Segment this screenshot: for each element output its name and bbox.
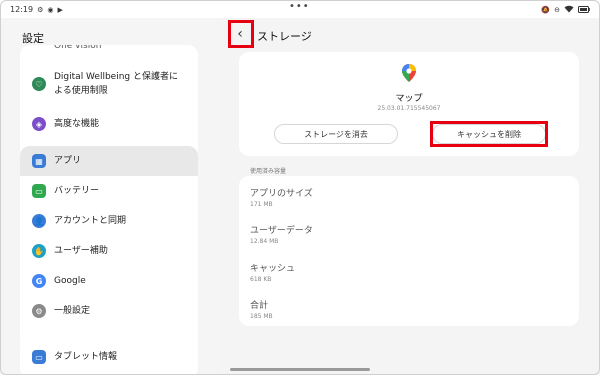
clear-storage-button[interactable]: ストレージを消去 <box>274 124 398 144</box>
google-icon: G <box>32 274 46 288</box>
usage-row-title-cache: キャッシュ <box>250 264 296 274</box>
status-bar: 12:19 ⚙ ◉ ▶ ••• 🔕 ⊖ <box>0 0 600 20</box>
settings-sidebar: 設定 One vision ♡ Digital Wellbeing と保護者に … <box>0 18 218 375</box>
status-bar-right: 🔕 ⊖ <box>541 5 590 15</box>
sidebar-item-label: ユーザー補助 <box>54 246 108 256</box>
multitask-dots[interactable]: ••• <box>289 1 310 12</box>
status-time: 12:19 <box>10 5 34 14</box>
sidebar-item-tablet-info[interactable]: ▭ タブレット情報 <box>20 342 198 372</box>
section-label-used-space: 使用済み容量 <box>250 168 287 175</box>
battery-icon <box>578 5 590 15</box>
tablet-info-icon: ▭ <box>32 350 46 364</box>
usage-row-title-user-data: ユーザーデータ <box>250 226 313 236</box>
sidebar-item-accessibility[interactable]: ✋ ユーザー補助 <box>20 236 198 266</box>
account-icon: 👤 <box>32 214 46 228</box>
battery-icon: ▭ <box>32 184 46 198</box>
location-icon: ◉ <box>47 5 54 14</box>
wifi-icon <box>564 5 574 15</box>
sidebar-item-advanced-features[interactable]: ◈ 高度な機能 <box>20 112 198 136</box>
sidebar-item-label: One vision <box>54 45 102 51</box>
app-name: マップ <box>395 94 423 104</box>
sidebar-item-accounts[interactable]: 👤 アカウントと同期 <box>20 206 198 236</box>
sidebar-item-label: アプリ <box>54 156 82 166</box>
back-chevron-icon: ‹ <box>237 26 243 42</box>
sidebar-item-apps[interactable]: ▦ アプリ <box>20 146 198 176</box>
sidebar-title: 設定 <box>22 32 44 45</box>
mute-icon: 🔕 <box>541 6 551 14</box>
usage-row-value-cache: 618 KB <box>250 276 272 283</box>
app-version: 25.03.01.715545067 <box>377 105 441 112</box>
accessibility-icon: ✋ <box>32 244 46 258</box>
sidebar-item-google[interactable]: G Google <box>20 266 198 296</box>
status-bar-left: 12:19 ⚙ ◉ ▶ <box>10 5 63 14</box>
sidebar-item-label: 高度な機能 <box>54 119 100 129</box>
usage-row-value-total: 185 MB <box>250 313 273 320</box>
sidebar-item-label: 一般設定 <box>54 306 91 316</box>
sidebar-item-one-vision[interactable]: One vision <box>20 45 198 59</box>
usage-row-value-user-data: 12.84 MB <box>250 238 279 245</box>
sidebar-card-3: ▭ タブレット情報 <box>20 336 198 375</box>
sidebar-item-label: バッテリー <box>54 186 100 196</box>
digital-wellbeing-icon: ♡ <box>32 77 46 91</box>
sidebar-item-battery[interactable]: ▭ バッテリー <box>20 176 198 206</box>
home-indicator-bar[interactable] <box>230 368 370 371</box>
settings-gear-icon: ⚙ <box>37 5 44 14</box>
page-title: ストレージ <box>257 30 312 43</box>
sidebar-item-label: タブレット情報 <box>54 352 118 362</box>
sidebar-item-label: Google <box>54 276 86 286</box>
apps-icon: ▦ <box>32 154 46 168</box>
play-icon: ▶ <box>57 5 63 14</box>
usage-row-value-app-size: 171 MB <box>250 201 273 208</box>
usage-row-title-app-size: アプリのサイズ <box>250 189 313 199</box>
back-button[interactable]: ‹ <box>229 22 251 46</box>
advanced-features-icon: ◈ <box>32 117 46 131</box>
sidebar-card-2: ▦ アプリ ▭ バッテリー 👤 アカウントと同期 ✋ ユーザー補助 G Goog… <box>20 146 198 350</box>
general-settings-icon: ⚙ <box>32 304 46 318</box>
usage-row-title-total: 合計 <box>250 301 269 311</box>
do-not-disturb-icon: ⊖ <box>554 6 560 14</box>
sidebar-item-general-settings[interactable]: ⚙ 一般設定 <box>20 296 198 326</box>
sidebar-item-label: アカウントと同期 <box>54 216 127 226</box>
google-maps-icon <box>402 64 416 82</box>
clear-cache-button[interactable]: キャッシュを削除 <box>432 124 546 144</box>
